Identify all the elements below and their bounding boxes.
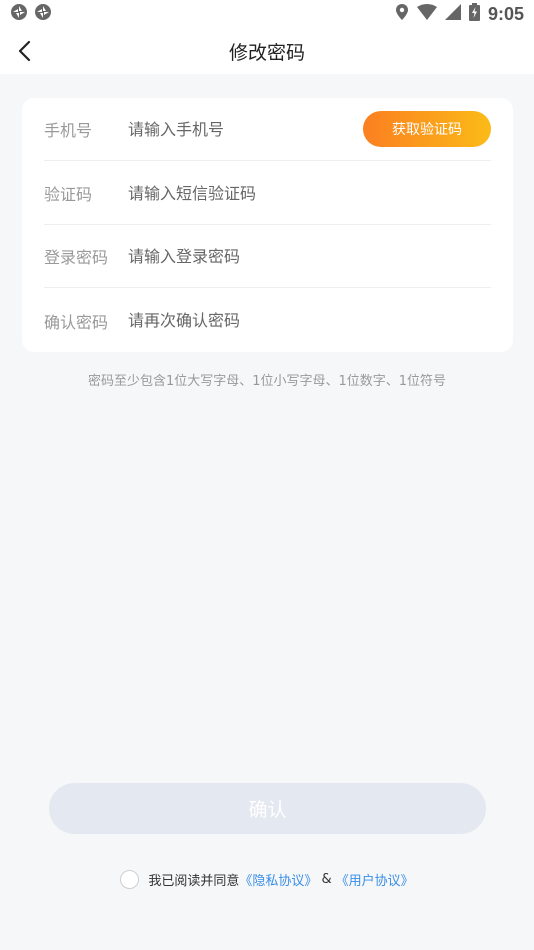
code-input[interactable] [128,183,491,203]
password-form-card: 手机号 获取验证码 验证码 登录密码 确认密码 [22,98,513,352]
confirm-password-row: 确认密码 [44,289,491,352]
password-label: 登录密码 [44,248,109,267]
password-row: 登录密码 [44,225,491,288]
user-agreement-link[interactable]: 《用户协议》 [336,870,414,889]
agree-checkbox[interactable] [120,870,140,889]
wifi-icon [416,4,437,24]
password-input[interactable] [128,246,491,266]
location-icon [395,3,409,25]
agreement-prefix: 我已阅读并同意 [148,874,240,889]
phone-input[interactable] [128,119,363,139]
privacy-policy-link[interactable]: 《隐私协议》 [239,870,317,889]
cellular-icon [444,4,461,24]
battery-charging-icon [468,3,480,25]
code-label: 验证码 [44,185,93,204]
phone-row: 手机号 获取验证码 [44,98,491,161]
page-title: 修改密码 [228,42,305,64]
sync-icon [34,3,52,25]
status-left [10,3,52,25]
confirm-password-input[interactable] [128,311,491,330]
confirm-password-label: 确认密码 [44,312,109,332]
password-hint: 密码至少包含1位大写字母、1位小写字母、1位数字、1位符号 [87,374,447,389]
agreement-ampersand: & [321,872,332,887]
code-row: 验证码 [44,162,491,225]
confirm-button[interactable]: 确认 [49,783,486,834]
get-code-button[interactable]: 获取验证码 [363,111,491,147]
agreement-row: 我已阅读并同意 《隐私协议》 & 《用户协议》 [0,870,534,889]
header: 修改密码 [0,28,534,74]
status-time: 9:05 [487,3,524,24]
status-right: 9:05 [395,3,524,25]
phone-label: 手机号 [44,121,93,140]
sync-icon [10,3,28,25]
status-bar: 9:05 [0,0,534,28]
